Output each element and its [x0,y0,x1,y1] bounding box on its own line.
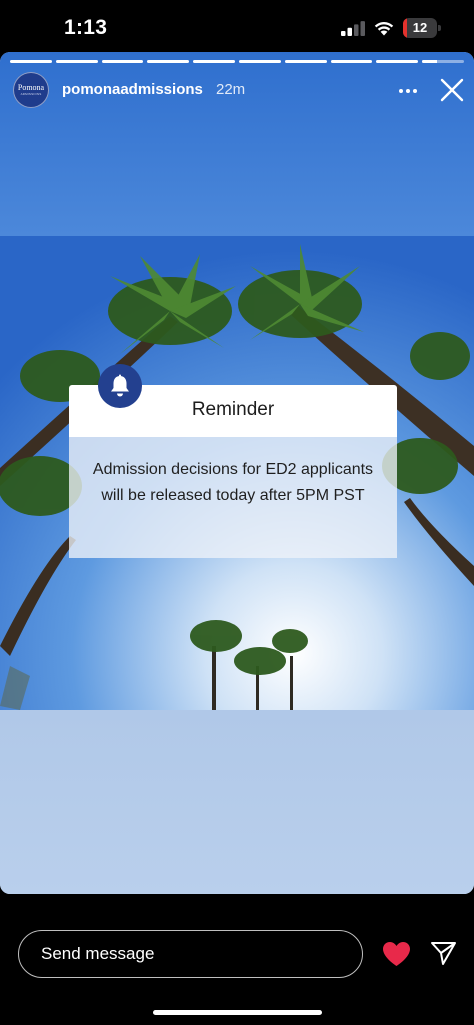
story-progress-segment [193,60,235,63]
signal-bar [354,24,359,36]
signal-bar [347,27,352,36]
wifi-icon [374,22,394,36]
story-progress-segment [10,60,52,63]
reminder-body: Admission decisions for ED2 applicants w… [69,437,397,558]
signal-bar [360,21,365,36]
story-progress-bar [10,60,464,63]
send-icon[interactable] [430,940,457,966]
story-progress-segment [376,60,419,63]
story-progress-segment [55,60,98,63]
story-timestamp: 22m [216,81,246,98]
home-indicator [153,1010,322,1015]
story-background-bottom [0,710,474,894]
avatar-logo-text: Pomona [17,83,45,92]
more-horizontal-icon[interactable] [397,80,419,102]
battery-indicator: 12 [403,18,441,38]
story-progress-segment [238,60,281,63]
reply-bar [0,894,474,1025]
signal-bar [341,31,346,36]
close-icon[interactable] [439,77,465,103]
bell-icon [111,374,129,397]
status-bar: 1:13 12 [0,0,474,56]
story-progress-segment [147,60,190,63]
send-message-input[interactable] [18,930,363,978]
battery-level: 12 [412,20,428,35]
heart-icon[interactable] [382,941,411,967]
username-link[interactable]: pomonaadmissions [62,81,203,98]
cellular-signal-icon [341,21,365,36]
reminder-message: Admission decisions for ED2 applicants w… [92,461,374,504]
story-viewer[interactable]: Pomona ADMISSIONS pomonaadmissions 22m R… [0,52,474,894]
avatar[interactable]: Pomona ADMISSIONS [13,72,49,108]
status-time: 1:13 [64,16,108,39]
reminder-card: Reminder Admission decisions for ED2 app… [69,385,397,558]
bell-badge [98,364,142,408]
avatar-logo-subtext: ADMISSIONS [20,92,42,96]
story-header: Pomona ADMISSIONS pomonaadmissions 22m [13,72,464,110]
story-progress-segment [101,60,144,63]
story-progress-segment [422,60,464,63]
story-progress-segment [284,60,327,63]
story-progress-segment [330,60,373,63]
